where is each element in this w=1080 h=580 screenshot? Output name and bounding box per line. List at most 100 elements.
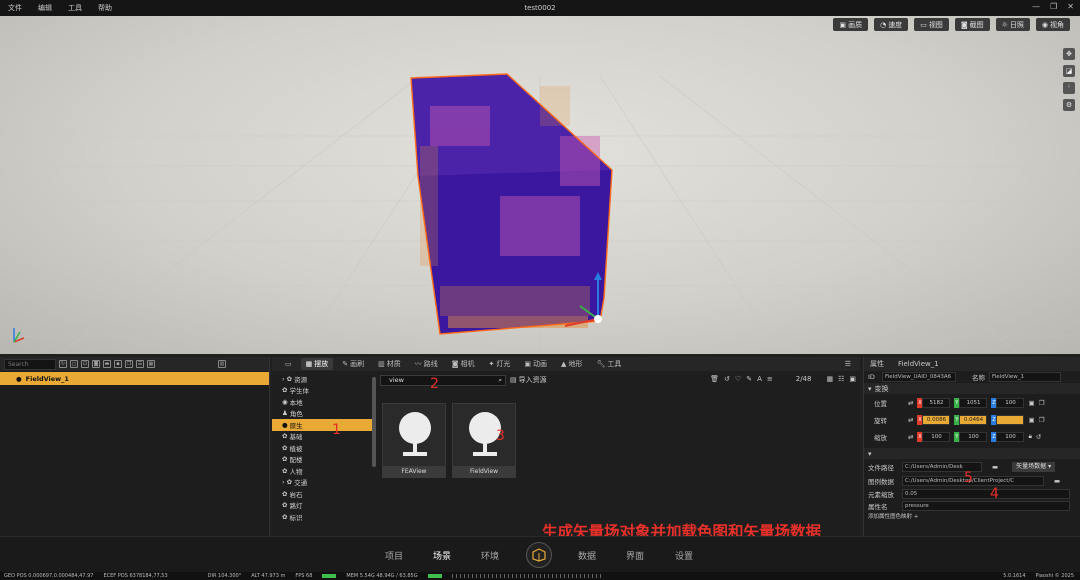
reset-icon[interactable]: ⇄ (908, 433, 913, 441)
menu-icon[interactable]: ☰ (840, 358, 856, 370)
detail-view-icon[interactable]: ▣ (849, 375, 856, 383)
heart-icon[interactable]: ♡ (735, 375, 741, 383)
close-icon[interactable]: ✕ (1067, 2, 1074, 11)
asset-filter-input[interactable]: view ⌕ (380, 374, 506, 386)
save-icon[interactable]: ▣ (1028, 399, 1034, 407)
rotation-y-field[interactable]: 0.0464 (959, 414, 988, 425)
tab-brush[interactable]: ✎ 画刷 (337, 358, 369, 370)
asset-tile-feaview[interactable]: FEAView (382, 403, 446, 478)
rotation-z-field[interactable] (996, 414, 1025, 425)
delete-icon[interactable]: ▪ (114, 360, 122, 368)
nav-scene[interactable]: 场景 (433, 549, 451, 562)
refresh-icon[interactable]: ↻ (59, 360, 67, 368)
nav-environment[interactable]: 环境 (481, 549, 499, 562)
tree-item[interactable]: ◉ 本地 (272, 396, 372, 408)
position-x-field[interactable]: 5182 (922, 397, 951, 408)
tab-tools[interactable]: 🔧︎ 工具 (591, 358, 626, 370)
tree-item[interactable]: ✿ 标识 (272, 511, 372, 523)
panel-toggle-icon[interactable]: ▭ (280, 358, 297, 370)
sunlight-button[interactable]: ☼ 日照 (995, 18, 1030, 31)
add-color-map-button[interactable]: 添加属性图色映射 + (864, 512, 1080, 520)
tree-scrollbar[interactable] (372, 377, 376, 467)
rotation-x-field[interactable]: 0.0086 (922, 414, 951, 425)
reset-icon[interactable]: ⇄ (908, 399, 913, 407)
vector-field-object[interactable] (410, 73, 613, 335)
history-icon[interactable]: ↺ (724, 375, 730, 383)
name-field[interactable]: FieldView_1 (989, 372, 1061, 382)
layout-icon[interactable]: ▥ (218, 360, 226, 368)
tab-terrain[interactable]: ▲ 地形 (556, 358, 587, 370)
3d-viewport[interactable]: ▣ 画质 ◔ 速度 ▭ 视图 ◙ 截图 ☼ 日照 ◉ 视角 ✥ ◪ ⁱ ⚙ (0, 16, 1080, 354)
import-asset-button[interactable]: ▤ 导入资源 (510, 375, 547, 385)
nav-settings[interactable]: 设置 (675, 549, 693, 562)
grid-view-icon[interactable]: ▦ (826, 375, 833, 383)
colormap-field[interactable]: C:/Users/Admin/Desktop/ClientProject/C (902, 476, 1044, 486)
tree-item[interactable]: ✿ 岩石 (272, 488, 372, 500)
asset-tile-fieldview[interactable]: FieldView (452, 403, 516, 478)
tab-camera[interactable]: ◙ 相机 (447, 358, 480, 370)
perspective-button[interactable]: ◉ 视角 (1035, 18, 1070, 31)
position-z-field[interactable]: 100 (996, 397, 1025, 408)
list-icon[interactable]: ☰ (136, 360, 144, 368)
tab-light[interactable]: ✦ 灯光 (484, 358, 516, 370)
info-icon[interactable]: ⁱ (1063, 82, 1075, 94)
menu-help[interactable]: 帮助 (90, 3, 120, 13)
outliner-search-input[interactable]: Search (4, 358, 56, 370)
copy-icon[interactable]: ❐ (1039, 399, 1045, 407)
outliner-item-fieldview[interactable]: ● FieldView_1 (0, 372, 269, 385)
list-view-icon[interactable]: ☷ (838, 375, 844, 383)
screenshot-button[interactable]: ◙ 截图 (954, 18, 990, 31)
tree-item[interactable]: › ✿ 资源 (272, 373, 372, 385)
id-field[interactable]: FieldView_UAID_0843A6 (882, 372, 956, 382)
field-section-header[interactable]: ▾ (864, 448, 1080, 459)
tree-item[interactable]: ✿ 路灯 (272, 500, 372, 512)
lock-icon[interactable]: 🔒︎ (1028, 432, 1031, 441)
file-type-dropdown[interactable]: 矢量场数据 ▾ (1012, 461, 1056, 472)
copy-icon[interactable]: ❐ (125, 360, 133, 368)
restore-icon[interactable]: ❐ (1050, 2, 1057, 11)
minimize-icon[interactable]: — (1032, 2, 1040, 11)
grid-icon[interactable]: ▦ (147, 360, 155, 368)
folder-icon[interactable]: ▬ (1054, 477, 1060, 485)
save-icon[interactable]: ▣ (1028, 416, 1034, 424)
quality-button[interactable]: ▣ 画质 (833, 18, 869, 31)
nav-project[interactable]: 项目 (385, 549, 403, 562)
copy-icon[interactable]: ❐ (1039, 416, 1045, 424)
edit-icon[interactable]: ✎ (746, 375, 752, 383)
tree-item-selected[interactable]: ● 原生 (272, 419, 372, 431)
cube-view-icon[interactable]: ◪ (1063, 65, 1075, 77)
tree-item[interactable]: ✿ 人物 (272, 465, 372, 477)
scale-y-field[interactable]: 100 (959, 431, 988, 442)
speed-button[interactable]: ◔ 速度 (874, 18, 909, 31)
folder-icon[interactable]: ▬ (103, 360, 111, 368)
reset-icon[interactable]: ⇄ (908, 416, 913, 424)
transform-section-header[interactable]: ▾ 变换 (864, 383, 1080, 394)
folder-icon[interactable]: ▬ (992, 463, 998, 471)
tab-animation[interactable]: ▣ 动画 (519, 358, 552, 370)
camera-icon[interactable]: ◙ (92, 360, 100, 368)
nav-interface[interactable]: 界面 (626, 549, 644, 562)
sort-icon[interactable]: ≡ (767, 375, 773, 383)
menu-edit[interactable]: 编辑 (30, 3, 60, 13)
move-tool-icon[interactable]: ✥ (1063, 48, 1075, 60)
tab-place[interactable]: ▦ 摆放 (300, 358, 334, 370)
home-hub-button[interactable] (526, 542, 552, 568)
tree-item[interactable]: ♟ 角色 (272, 408, 372, 420)
menu-tools[interactable]: 工具 (60, 3, 90, 13)
scale-z-field[interactable]: 100 (996, 431, 1025, 442)
menu-file[interactable]: 文件 (0, 3, 30, 13)
view-button[interactable]: ▭ 视图 (914, 18, 949, 31)
tab-material[interactable]: ▥ 材质 (373, 358, 406, 370)
element-scale-field[interactable]: 0.05 (902, 489, 1070, 499)
undo-icon[interactable]: ↺ (1036, 433, 1041, 441)
tree-item[interactable]: › ✿ 交通 (272, 477, 372, 489)
tree-item[interactable]: ✿ 基础 (272, 431, 372, 443)
attribute-name-field[interactable]: pressure (902, 501, 1070, 511)
translate-icon[interactable]: A (757, 375, 762, 383)
settings-view-icon[interactable]: ⚙ (1063, 99, 1075, 111)
focus-icon[interactable]: ⊡ (81, 360, 89, 368)
tree-item[interactable]: ✿ 植被 (272, 442, 372, 454)
scale-x-field[interactable]: 100 (922, 431, 951, 442)
tab-route[interactable]: 〰路线 (410, 358, 443, 370)
position-y-field[interactable]: 1051 (959, 397, 988, 408)
